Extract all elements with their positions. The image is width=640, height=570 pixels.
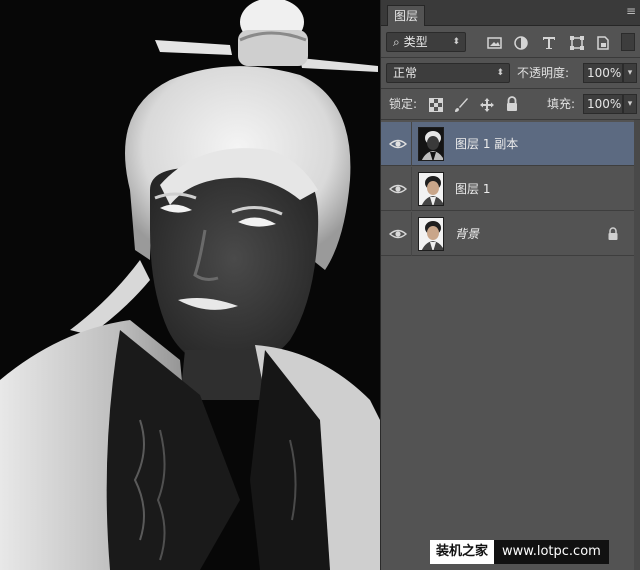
opacity-label: 不透明度: [517,66,570,80]
divider [411,212,412,256]
divider [381,57,640,58]
lock-row: 锁定: 填充: 100% ▾ [381,92,640,116]
lock-label: 锁定: [389,97,418,111]
blend-row: 正常 ⬍ 不透明度: 100% ▾ [381,61,640,85]
search-icon: ⌕ [393,35,400,49]
shape-filter-icon[interactable] [569,35,585,51]
layer-row-layer1[interactable]: 图层 1 [381,167,635,211]
panel-tab-bar: 图层 ≡ [381,0,640,26]
tab-layers[interactable]: 图层 [387,5,425,26]
layers-panel: 图层 ≡ ⌕ 类型 ⬍ 正常 ⬍ 不透明度: 100% ▾ 锁定: 填充: 10… [380,0,640,570]
fill-label: 填充: [547,97,576,111]
fill-dropdown-arrow[interactable]: ▾ [623,94,637,114]
filter-row: ⌕ 类型 ⬍ [381,30,640,54]
lock-transparent-icon[interactable] [429,98,443,112]
panel-menu-icon[interactable]: ≡ [626,4,636,18]
lock-all-icon[interactable] [505,96,519,112]
layer-name[interactable]: 背景 [455,212,479,256]
divider [411,167,412,211]
lock-icon [608,227,618,240]
layer-row-layer1-copy[interactable]: 图层 1 副本 [381,122,635,166]
layer-thumbnail [418,217,444,251]
eye-visibility-icon[interactable] [389,181,407,197]
watermark-brand: 装机之家 [430,540,495,564]
layer-thumbnail [418,172,444,206]
layer-thumbnail [418,127,444,161]
eye-visibility-icon[interactable] [389,226,407,242]
blend-mode-value: 正常 [393,66,418,80]
smart-object-filter-icon[interactable] [595,35,611,51]
layers-scrollbar[interactable] [634,120,640,570]
layer-name[interactable]: 图层 1 [455,167,490,211]
watermark-url: www.lotpc.com [494,540,609,564]
inverted-portrait-image [0,0,380,570]
divider [411,122,412,166]
lock-paint-icon[interactable] [453,97,469,113]
updown-arrow-icon: ⬍ [496,68,504,78]
layer-row-background[interactable]: 背景 [381,212,635,256]
document-canvas[interactable] [0,0,380,570]
filter-toggle[interactable] [621,33,635,51]
fill-field[interactable]: 100% [583,94,623,114]
blend-mode-dropdown[interactable]: 正常 ⬍ [386,63,510,83]
type-filter-icon[interactable] [541,35,557,51]
filter-kind-label: 类型 [403,35,428,49]
divider [381,88,640,89]
adjustment-filter-icon[interactable] [513,35,529,51]
divider [381,119,640,120]
opacity-field[interactable]: 100% [583,63,623,83]
updown-arrow-icon: ⬍ [452,37,460,47]
watermark-badge: 装机之家 www.lotpc.com [430,540,609,564]
image-filter-icon[interactable] [487,36,503,50]
layer-name[interactable]: 图层 1 副本 [455,122,518,166]
opacity-dropdown-arrow[interactable]: ▾ [623,63,637,83]
lock-position-icon[interactable] [479,97,495,113]
eye-visibility-icon[interactable] [389,136,407,152]
filter-kind-dropdown[interactable]: ⌕ 类型 ⬍ [386,32,466,52]
